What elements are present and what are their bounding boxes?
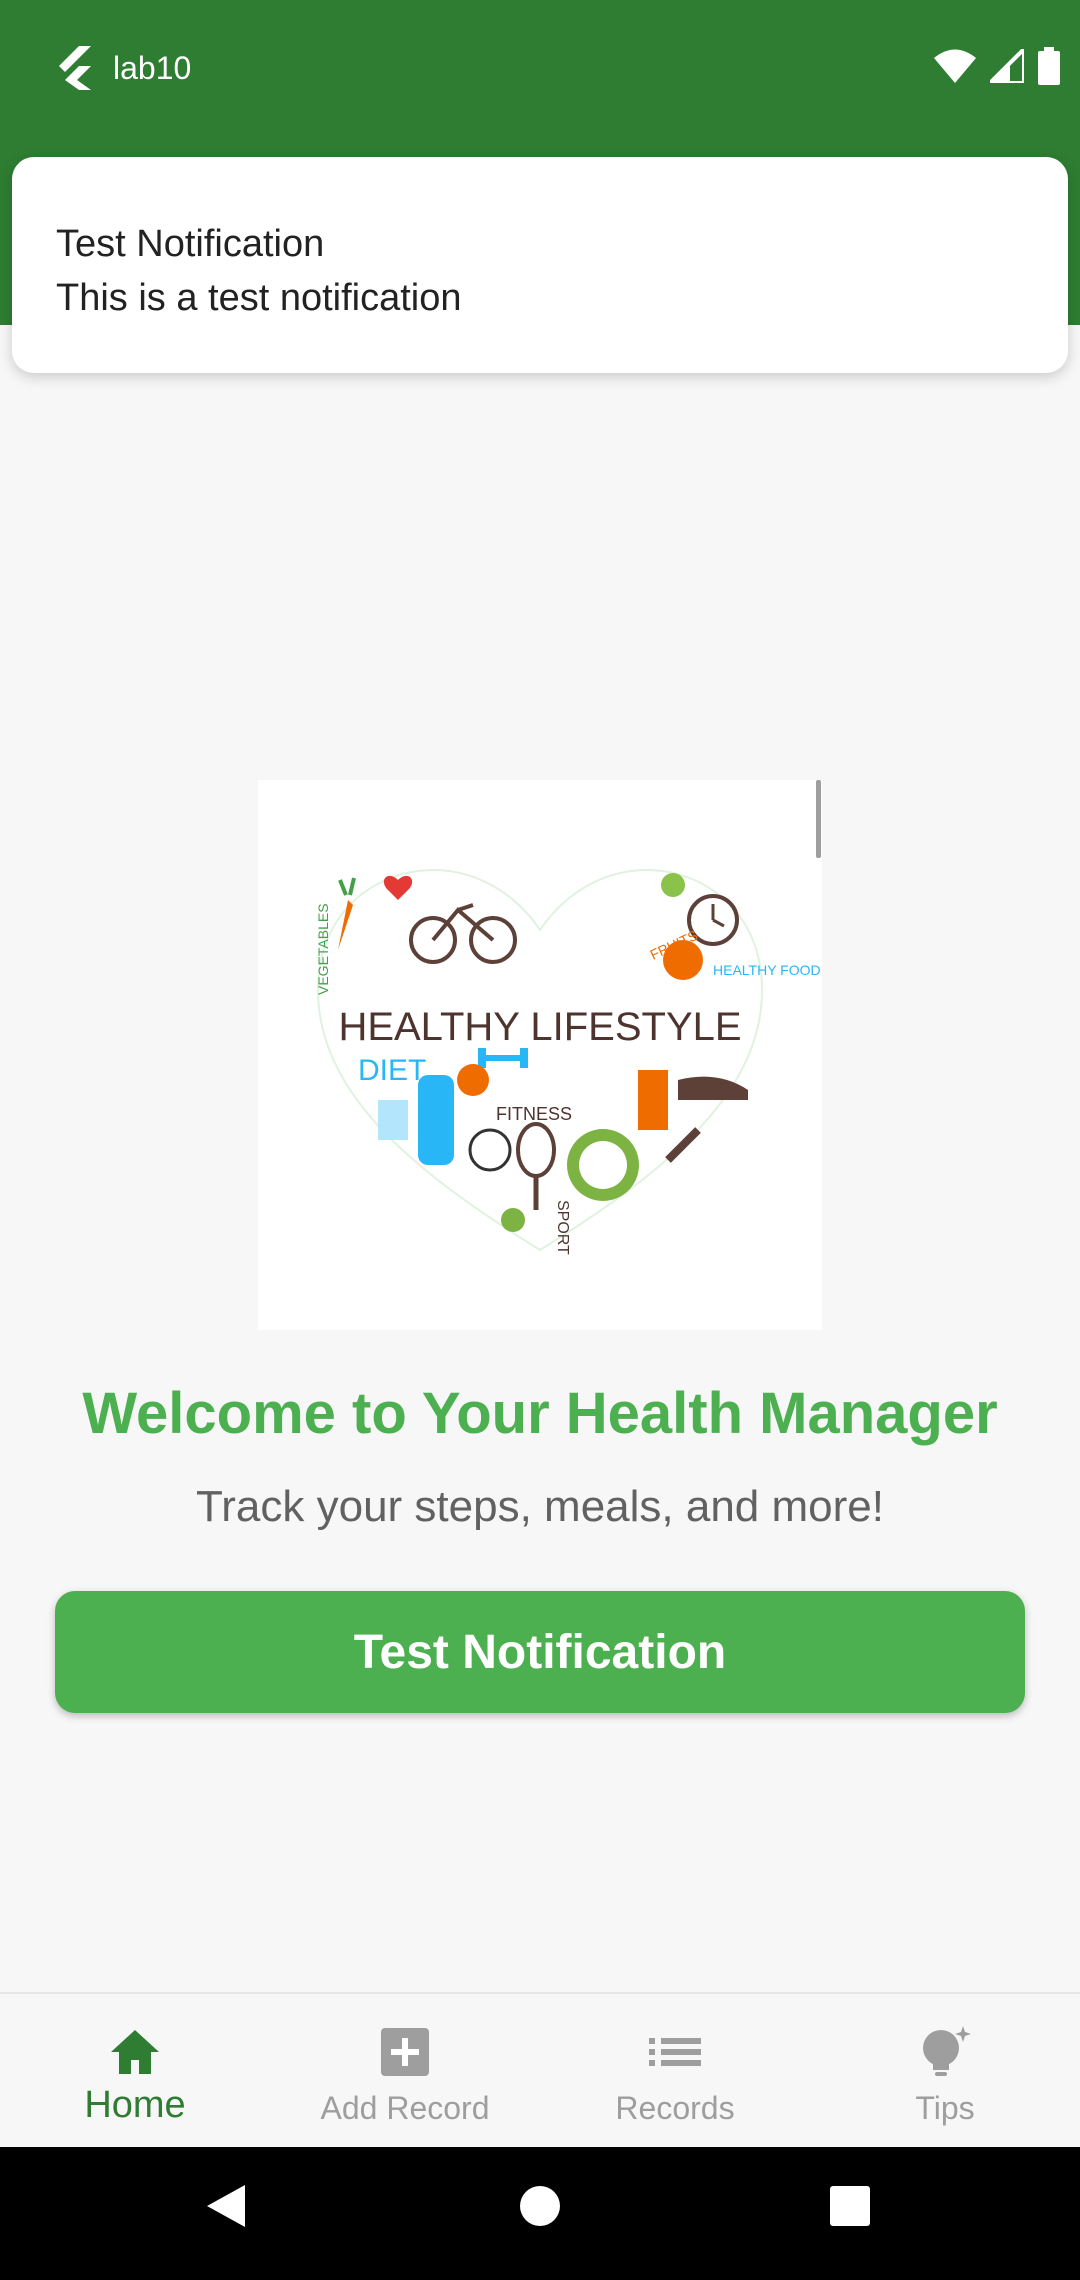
scroll-indicator[interactable]: [816, 780, 821, 858]
image-word-diet: DIET: [358, 1054, 426, 1087]
status-app-name: lab10: [113, 49, 192, 86]
image-word-fitness: FITNESS: [496, 1104, 572, 1124]
notification-title: Test Notification: [56, 223, 325, 265]
nav-item-add-record[interactable]: Add Record: [270, 1994, 540, 2149]
healthy-lifestyle-image: HEALTHY LIFESTYLE DIET FITNESS SPORT FRU…: [258, 780, 822, 1330]
notification-body: This is a test notification: [56, 277, 462, 319]
signal-icon: [990, 49, 1024, 83]
bottom-navigation: Home Add Record Records Tips: [0, 1992, 1080, 2149]
add-box-icon: [381, 2028, 429, 2076]
status-left: lab10: [55, 42, 191, 94]
system-navigation-bar: [0, 2147, 1080, 2280]
image-word-healthy-food: HEALTHY FOOD: [713, 962, 821, 978]
nav-item-tips[interactable]: Tips: [810, 1994, 1080, 2149]
nav-label-tips: Tips: [915, 2090, 975, 2126]
list-icon: [649, 2038, 701, 2066]
welcome-title: Welcome to Your Health Manager: [82, 1381, 998, 1446]
nav-item-home[interactable]: Home: [0, 1994, 270, 2149]
status-bar: lab10: [0, 0, 1080, 145]
welcome-subtitle: Track your steps, meals, and more!: [196, 1482, 884, 1531]
nav-label-add-record: Add Record: [320, 2090, 490, 2126]
test-notification-button[interactable]: Test Notification: [55, 1591, 1025, 1713]
recents-icon[interactable]: [829, 2183, 871, 2229]
image-word-vegetables: VEGETABLES: [315, 903, 331, 995]
image-word-sport: SPORT: [554, 1200, 571, 1255]
back-icon[interactable]: [205, 2183, 247, 2229]
home-circle-icon[interactable]: [519, 2183, 561, 2229]
wifi-icon: [934, 49, 976, 83]
lightbulb-icon: [923, 2026, 971, 2076]
nav-label-records: Records: [615, 2090, 735, 2126]
home-icon: [111, 2030, 159, 2074]
battery-icon: [1038, 47, 1060, 85]
status-icons: [934, 44, 1060, 88]
image-caption-healthy-lifestyle: HEALTHY LIFESTYLE: [338, 1005, 741, 1049]
nav-item-records[interactable]: Records: [540, 1994, 810, 2149]
flutter-icon: [59, 46, 91, 90]
nav-label-home: Home: [84, 2084, 186, 2126]
notification-banner[interactable]: Test Notification This is a test notific…: [12, 157, 1068, 373]
heart-illustration: HEALTHY LIFESTYLE DIET FITNESS SPORT FRU…: [315, 868, 821, 1255]
